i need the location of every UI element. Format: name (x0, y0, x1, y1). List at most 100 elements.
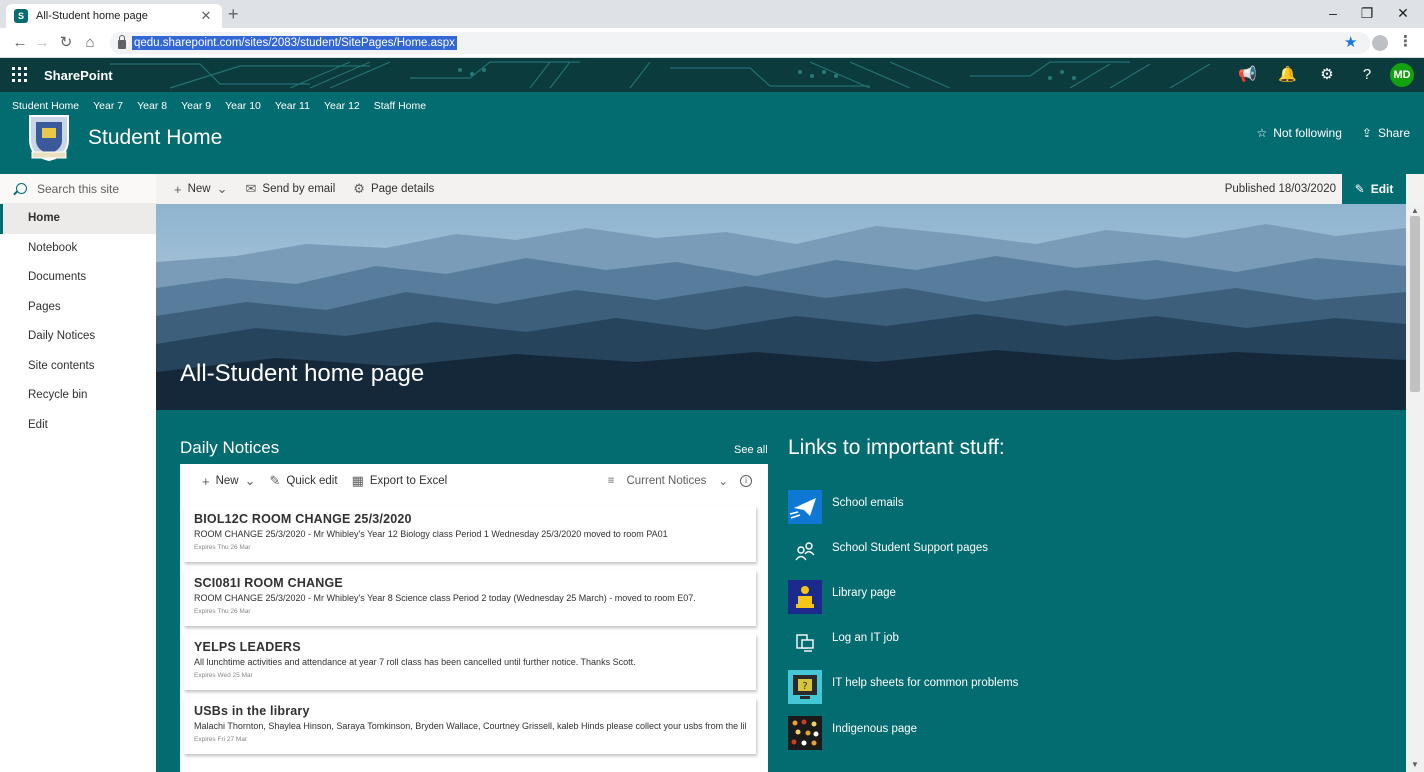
hubnav-year-10[interactable]: Year 10 (225, 100, 261, 112)
notice-item[interactable]: USBs in the library Malachi Thornton, Sh… (184, 698, 756, 754)
nav-item-pages[interactable]: Pages (0, 293, 156, 323)
forward-button[interactable]: → (32, 33, 52, 53)
computer-icon (788, 625, 822, 659)
link-indigenous[interactable]: Indigenous page (788, 716, 1188, 752)
edit-page-button[interactable]: ✎ Edit (1342, 174, 1406, 204)
link-label: School emails (832, 497, 904, 509)
notice-body: All lunchtime activities and attendance … (194, 657, 636, 667)
view-label: Current Notices (626, 475, 707, 487)
tab-title: All-Student home page (36, 10, 148, 22)
link-it-help-sheets[interactable]: ? IT help sheets for common problems (788, 670, 1188, 706)
hero-title: All-Student home page (180, 360, 425, 387)
star-outline-icon: ☆ (1256, 126, 1268, 140)
suite-bar: SharePoint 📢 🔔 ⚙ ? MD (0, 58, 1424, 92)
share-button[interactable]: ⇪ Share (1362, 126, 1410, 140)
nav-item-documents[interactable]: Documents (0, 263, 156, 293)
megaphone-icon[interactable]: 📢 (1238, 65, 1257, 85)
published-status: Published 18/03/2020 (1224, 183, 1336, 195)
tab-close-icon[interactable]: ✕ (198, 8, 214, 24)
scroll-up-icon[interactable]: ▲ (1411, 206, 1419, 215)
nav-item-edit[interactable]: Edit (0, 411, 156, 441)
notifications-bell-icon[interactable]: 🔔 (1278, 65, 1297, 85)
hubnav-year-11[interactable]: Year 11 (275, 100, 310, 112)
nav-item-notebook[interactable]: Notebook (0, 234, 156, 264)
school-crest-logo[interactable] (26, 112, 72, 162)
export-to-excel-button[interactable]: ▦ Export to Excel (352, 473, 448, 489)
see-all-link[interactable]: See all (734, 444, 768, 456)
minimize-button[interactable]: – (1318, 2, 1348, 24)
nav-item-daily-notices[interactable]: Daily Notices (0, 322, 156, 352)
link-it-job[interactable]: Log an IT job (788, 625, 1188, 661)
pencil-icon: ✎ (269, 473, 281, 488)
notice-expiry: Expires Thu 26 Mar (194, 608, 251, 615)
help-sheet-icon: ? (788, 670, 822, 704)
url-text[interactable]: qedu.sharepoint.com/sites/2083/student/S… (132, 36, 457, 50)
page-details-button[interactable]: ⚙ Page details (353, 181, 434, 197)
bookmark-star-icon[interactable]: ★ (1344, 33, 1357, 51)
list-new-label: New (215, 475, 239, 487)
hubnav-staff-home[interactable]: Staff Home (374, 100, 426, 112)
nav-item-home[interactable]: Home (0, 204, 156, 234)
mail-icon: ✉ (245, 181, 257, 196)
link-student-support[interactable]: School Student Support pages (788, 535, 1188, 571)
new-label: New (187, 183, 211, 195)
link-school-emails[interactable]: School emails (788, 490, 1188, 526)
daily-notices-list: + New ⌄ ✎ Quick edit ▦ Export to Excel ≡… (180, 464, 768, 772)
new-button[interactable]: + New ⌄ (174, 181, 228, 197)
notice-item[interactable]: SCI081I ROOM CHANGE ROOM CHANGE 25/3/202… (184, 570, 756, 626)
send-by-email-button[interactable]: ✉ Send by email (246, 181, 336, 197)
notice-body: Malachi Thornton, Shaylea Hinson, Saraya… (194, 721, 746, 731)
back-button[interactable]: ← (10, 33, 30, 53)
settings-gear-icon[interactable]: ⚙ (1318, 65, 1336, 85)
browser-tab-strip: S All-Student home page ✕ + – ❐ ✕ (0, 0, 1424, 28)
notice-title: SCI081I ROOM CHANGE (194, 576, 343, 590)
quick-launch-list: Home Notebook Documents Pages Daily Noti… (0, 204, 156, 440)
hubnav-year-9[interactable]: Year 9 (181, 100, 211, 112)
links-heading: Links to important stuff: (788, 436, 1005, 459)
restore-button[interactable]: ❐ (1352, 2, 1382, 24)
close-window-button[interactable]: ✕ (1388, 2, 1418, 24)
home-icon[interactable]: ⌂ (80, 33, 100, 53)
details-label: Page details (370, 183, 435, 195)
new-tab-button[interactable]: + (228, 5, 239, 23)
people-icon (788, 535, 822, 569)
notice-expiry: Expires Fri 27 Mar (194, 736, 248, 743)
user-avatar[interactable]: MD (1390, 63, 1414, 87)
scroll-down-icon[interactable]: ▼ (1411, 760, 1419, 769)
app-launcher-waffle-icon[interactable] (12, 67, 28, 83)
notice-item[interactable]: BIOL12C ROOM CHANGE 25/3/2020 ROOM CHANG… (184, 506, 756, 562)
notice-item[interactable]: YELPS LEADERS All lunchtime activities a… (184, 634, 756, 690)
info-icon[interactable]: i (740, 475, 752, 487)
chevron-down-icon: ⌄ (244, 473, 256, 488)
page-scrollbar[interactable]: ▲ ▼ (1406, 204, 1424, 772)
site-search-box[interactable]: Search this site (0, 174, 156, 204)
scrollbar-thumb[interactable] (1410, 216, 1420, 392)
dots-art-icon (788, 716, 822, 750)
link-library[interactable]: Library page (788, 580, 1188, 616)
hubnav-year-7[interactable]: Year 7 (93, 100, 123, 112)
search-icon (16, 183, 27, 194)
quick-edit-button[interactable]: ✎ Quick edit (270, 473, 338, 489)
hubnav-student-home[interactable]: Student Home (12, 100, 79, 112)
pencil-icon: ✎ (1354, 182, 1365, 196)
profile-icon[interactable] (1372, 35, 1388, 51)
email-icon (788, 490, 822, 524)
share-icon: ⇪ (1361, 126, 1372, 140)
follow-button[interactable]: ☆ Not following (1256, 126, 1341, 140)
reload-button[interactable]: ↻ (56, 33, 76, 53)
hubnav-year-8[interactable]: Year 8 (137, 100, 167, 112)
address-bar[interactable]: qedu.sharepoint.com/sites/2083/student/S… (110, 32, 1370, 54)
view-selector[interactable]: ≡ Current Notices ⌄ i (608, 474, 752, 488)
browser-menu-icon[interactable]: ⋮ (1398, 32, 1413, 50)
suite-title[interactable]: SharePoint (44, 68, 113, 83)
nav-item-site-contents[interactable]: Site contents (0, 352, 156, 382)
nav-item-recycle-bin[interactable]: Recycle bin (0, 381, 156, 411)
hubnav-year-12[interactable]: Year 12 (324, 100, 360, 112)
list-new-button[interactable]: + New ⌄ (202, 473, 256, 489)
circuit-pattern-banner (110, 61, 1211, 89)
settings-gear-icon: ⚙ (353, 181, 365, 196)
browser-tab[interactable]: S All-Student home page ✕ (6, 4, 222, 28)
site-title[interactable]: Student Home (88, 126, 222, 150)
help-icon[interactable]: ? (1358, 65, 1376, 85)
share-label: Share (1377, 126, 1410, 140)
